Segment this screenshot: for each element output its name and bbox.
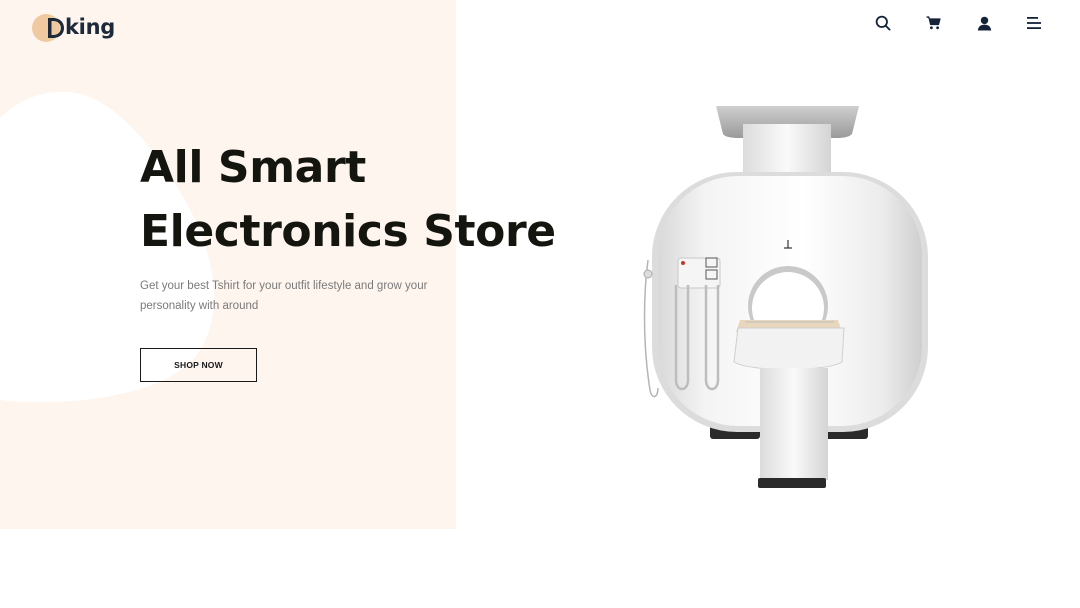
header-nav bbox=[872, 12, 1052, 34]
search-button[interactable] bbox=[872, 12, 894, 34]
brand-name: king bbox=[65, 15, 115, 39]
user-icon bbox=[977, 16, 991, 30]
account-button[interactable] bbox=[973, 12, 995, 34]
search-icon bbox=[875, 15, 891, 31]
cart-button[interactable] bbox=[922, 12, 944, 34]
cart-icon bbox=[926, 16, 941, 30]
hero-title-line-1: All Smart bbox=[140, 142, 366, 193]
menu-icon bbox=[1027, 17, 1041, 29]
hero-blob-shape bbox=[0, 91, 215, 403]
product-image bbox=[643, 106, 928, 488]
menu-button[interactable] bbox=[1023, 12, 1045, 34]
hero-title: All Smart Electronics Store bbox=[140, 136, 620, 264]
hero-background bbox=[0, 0, 456, 529]
shop-now-button[interactable]: SHOP NOW bbox=[140, 348, 257, 382]
hero-title-line-2: Electronics Store bbox=[140, 206, 556, 257]
brand-logo[interactable]: king bbox=[31, 12, 121, 44]
hero-description: Get your best Tshirt for your outfit lif… bbox=[140, 280, 428, 312]
